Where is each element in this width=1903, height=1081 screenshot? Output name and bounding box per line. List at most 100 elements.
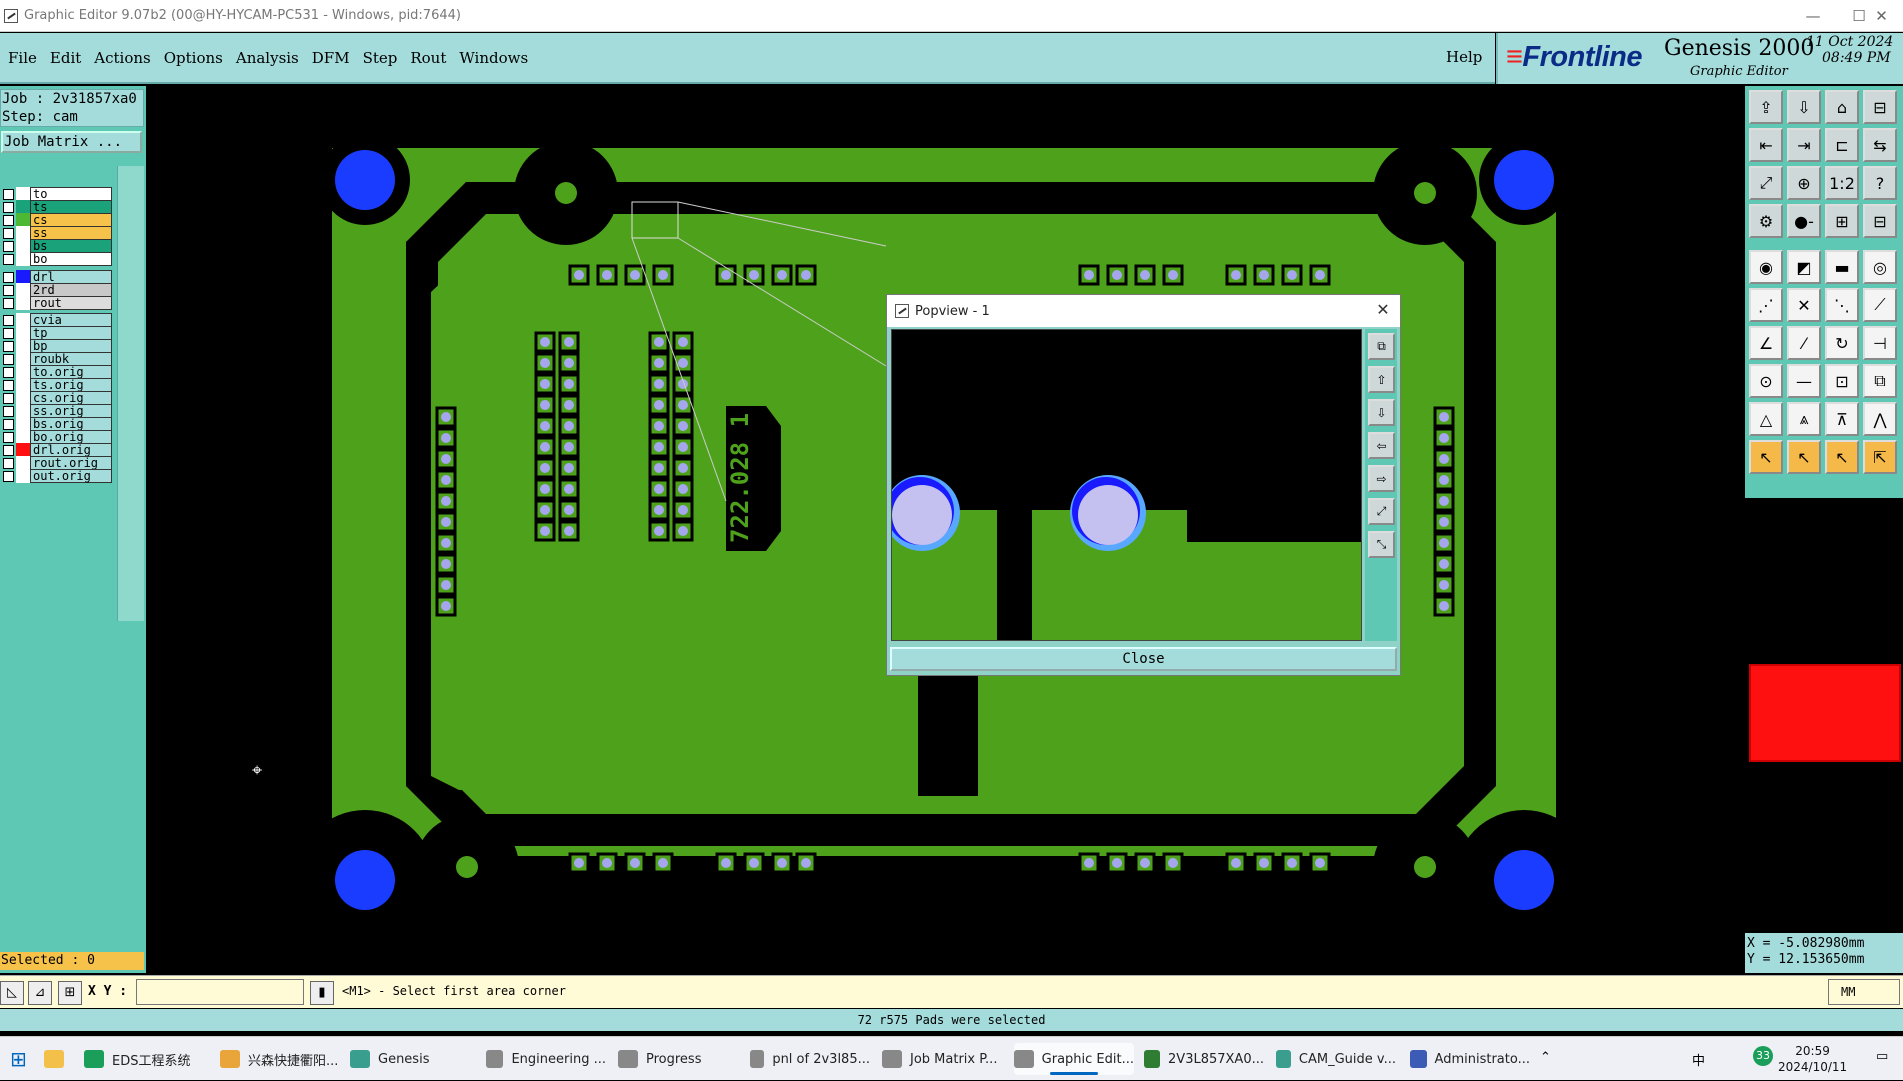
rotate-icon[interactable]: ↻ xyxy=(1825,326,1859,360)
layer-row[interactable]: drl xyxy=(0,270,116,284)
line-icon[interactable]: ▬ xyxy=(1825,250,1859,284)
layer-checkbox[interactable] xyxy=(3,284,14,296)
layer-row[interactable]: cvia xyxy=(0,313,116,327)
layer-color-swatch[interactable] xyxy=(16,200,30,214)
scale-icon[interactable]: 1:2 xyxy=(1825,166,1859,200)
align-icon[interactable]: ⊡ xyxy=(1825,364,1859,398)
layer-name[interactable]: ts xyxy=(30,200,112,214)
layer-color-swatch[interactable] xyxy=(16,187,30,201)
tri-icon[interactable]: △ xyxy=(1749,402,1783,436)
menu-file[interactable]: File xyxy=(8,49,37,67)
window-icon[interactable]: ⊏ xyxy=(1825,128,1859,162)
pv-left-icon[interactable]: ⇦ xyxy=(1368,432,1395,459)
layer-row[interactable]: to xyxy=(0,187,116,201)
layer-checkbox[interactable] xyxy=(3,271,14,283)
zoom-back-icon[interactable]: ⇩ xyxy=(1787,90,1821,124)
layer-color-swatch[interactable] xyxy=(16,326,30,340)
close-button[interactable]: ✕ xyxy=(1860,0,1903,32)
layer-name[interactable]: 2rd xyxy=(30,283,112,297)
layer-name[interactable]: cvia xyxy=(30,313,112,327)
tri-bold-icon[interactable]: ⩓ xyxy=(1787,402,1821,436)
pan-right-icon[interactable]: ⇥ xyxy=(1787,128,1821,162)
layout-icon[interactable]: ⊟ xyxy=(1863,90,1897,124)
taskbar-item[interactable]: 2V3L857XA0... xyxy=(1144,1043,1264,1075)
layer-checkbox[interactable] xyxy=(3,253,14,265)
layer-name[interactable]: ss.orig xyxy=(30,404,112,418)
taskbar-item[interactable]: EDS工程系统 xyxy=(84,1043,204,1075)
layer-color-swatch[interactable] xyxy=(16,430,30,444)
layer-checkbox[interactable] xyxy=(3,444,14,456)
cut-icon[interactable]: ◩ xyxy=(1787,250,1821,284)
layer-name[interactable]: drl.orig xyxy=(30,443,112,457)
layer-checkbox[interactable] xyxy=(3,431,14,443)
layer-color-swatch[interactable] xyxy=(16,378,30,392)
layer-row[interactable]: ss.orig xyxy=(0,404,116,418)
pv-up-icon[interactable]: ⇧ xyxy=(1368,366,1395,393)
layer-name[interactable]: bs xyxy=(30,239,112,253)
select-multi-icon[interactable]: ⇱ xyxy=(1863,440,1897,474)
layer-color-swatch[interactable] xyxy=(16,443,30,457)
popview-canvas[interactable] xyxy=(891,329,1362,641)
taskbar-item[interactable]: Genesis xyxy=(350,1043,470,1075)
layer-checkbox[interactable] xyxy=(3,297,14,309)
snap-icon[interactable]: ◺ xyxy=(0,981,24,1005)
layer-name[interactable]: cs xyxy=(30,213,112,227)
layer-color-swatch[interactable] xyxy=(16,296,30,310)
help-icon[interactable]: ? xyxy=(1863,166,1897,200)
layer-row[interactable]: to.orig xyxy=(0,365,116,379)
center-icon[interactable]: ⊕ xyxy=(1787,166,1821,200)
select-icon[interactable]: ↖ xyxy=(1749,440,1783,474)
layer-checkbox[interactable] xyxy=(3,227,14,239)
layer-name[interactable]: out.orig xyxy=(30,469,112,483)
grid-icon[interactable]: ⊞ xyxy=(58,981,82,1005)
home-icon[interactable]: ⌂ xyxy=(1825,90,1859,124)
menu-actions[interactable]: Actions xyxy=(94,49,150,67)
layer-color-swatch[interactable] xyxy=(16,352,30,366)
layer-color-swatch[interactable] xyxy=(16,270,30,284)
layer-row[interactable]: ts xyxy=(0,200,116,214)
layer-color-swatch[interactable] xyxy=(16,469,30,483)
layer-checkbox[interactable] xyxy=(3,392,14,404)
layer-row[interactable]: tp xyxy=(0,326,116,340)
grid-icon[interactable]: ⊟ xyxy=(1863,204,1897,238)
layer-name[interactable]: rout.orig xyxy=(30,456,112,470)
slope-icon[interactable]: ⁄ xyxy=(1787,326,1821,360)
circle-icon[interactable]: ◎ xyxy=(1863,250,1897,284)
layer-row[interactable]: ss xyxy=(0,226,116,240)
angle-tool-icon[interactable]: ∠ xyxy=(1749,326,1783,360)
measure-icon[interactable]: ⊿ xyxy=(28,981,52,1005)
connect-icon[interactable]: ⋰ xyxy=(1749,288,1783,322)
delete-icon[interactable]: ✕ xyxy=(1787,288,1821,322)
minimize-button[interactable]: — xyxy=(1790,0,1836,32)
tri-alt-icon[interactable]: ⋀ xyxy=(1863,402,1897,436)
pan-left-icon[interactable]: ⇤ xyxy=(1749,128,1783,162)
taskbar-clock[interactable]: 20:59 2024/10/11 xyxy=(1778,1043,1847,1075)
layer-checkbox[interactable] xyxy=(3,457,14,469)
overview-map[interactable] xyxy=(1749,664,1901,762)
taskbar-item[interactable]: pnl of 2v3l85... xyxy=(750,1043,870,1075)
menu-help[interactable]: Help xyxy=(1446,48,1482,66)
select-box-icon[interactable]: ↖ xyxy=(1825,440,1859,474)
layer-name[interactable]: rout xyxy=(30,296,112,310)
measure-icon[interactable]: ⚙ xyxy=(1749,204,1783,238)
layer-color-swatch[interactable] xyxy=(16,226,30,240)
layer-row[interactable]: bp xyxy=(0,339,116,353)
select-alt-icon[interactable]: ↖ xyxy=(1787,440,1821,474)
pad-edit-icon[interactable]: ⊙ xyxy=(1749,364,1783,398)
layer-name[interactable]: bp xyxy=(30,339,112,353)
menu-dfm[interactable]: DFM xyxy=(312,49,350,67)
layer-color-swatch[interactable] xyxy=(16,313,30,327)
layer-checkbox[interactable] xyxy=(3,188,14,200)
menu-rout[interactable]: Rout xyxy=(410,49,446,67)
layer-color-swatch[interactable] xyxy=(16,456,30,470)
layer-row[interactable]: rout.orig xyxy=(0,456,116,470)
layer-row[interactable]: bs.orig xyxy=(0,417,116,431)
layer-checkbox[interactable] xyxy=(3,470,14,482)
layer-row[interactable]: roubk xyxy=(0,352,116,366)
ime-indicator[interactable]: 中 xyxy=(1692,1050,1705,1069)
split-icon[interactable]: ⊣ xyxy=(1863,326,1897,360)
chevron-up-icon[interactable]: ⌃ xyxy=(1540,1050,1551,1065)
layer-list-scrollbar[interactable] xyxy=(117,166,144,621)
menu-windows[interactable]: Windows xyxy=(459,49,528,67)
redraw-icon[interactable]: ⇆ xyxy=(1863,128,1897,162)
